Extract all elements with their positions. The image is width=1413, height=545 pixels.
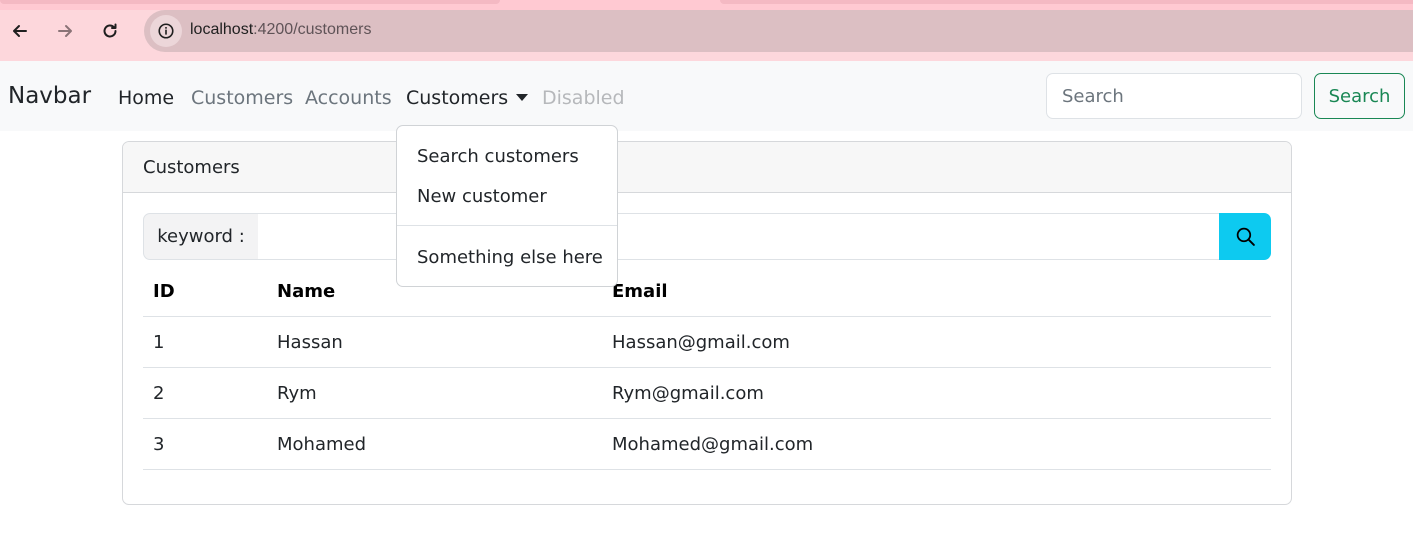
customers-card: Customers keyword : ID Name Email 1 Hass…: [122, 141, 1292, 505]
url-text[interactable]: localhost:4200/customers: [190, 21, 371, 39]
cell-name: Mohamed: [267, 418, 602, 470]
column-header-email: Email: [602, 266, 1271, 317]
caret-down-icon: [516, 94, 529, 101]
customers-table: ID Name Email 1 Hassan Hassan@gmail.com …: [143, 266, 1271, 470]
cell-name: Hassan: [267, 316, 602, 368]
forward-arrow-icon: [58, 25, 72, 37]
nav-dropdown-customers[interactable]: Customers: [406, 87, 529, 109]
back-button[interactable]: [3, 14, 37, 48]
tab-edge: [0, 0, 500, 4]
cell-email: Rym@gmail.com: [602, 367, 1271, 419]
address-bar[interactable]: localhost:4200/customers: [144, 10, 1413, 52]
nav-link-disabled: Disabled: [542, 87, 625, 109]
keyword-search-group: keyword :: [143, 213, 1271, 260]
search-placeholder: Search: [1062, 85, 1124, 107]
cell-email: Mohamed@gmail.com: [602, 418, 1271, 470]
navbar-search-input[interactable]: Search: [1046, 73, 1302, 119]
cell-id: 2: [143, 367, 267, 419]
dropdown-divider: [397, 225, 617, 226]
navbar: Navbar Home Customers Accounts Customers…: [0, 61, 1413, 131]
column-header-id: ID: [143, 266, 267, 317]
site-info-icon[interactable]: [150, 15, 182, 47]
back-arrow-icon: [13, 25, 27, 37]
table-row: 1 Hassan Hassan@gmail.com: [143, 316, 1271, 368]
reload-icon: [103, 23, 117, 38]
url-host: localhost: [190, 21, 254, 38]
table-header-row: ID Name Email: [143, 266, 1271, 317]
browser-toolbar: localhost:4200/customers: [0, 0, 1413, 61]
nav-link-accounts[interactable]: Accounts: [305, 87, 392, 109]
dropdown-item-search-customers[interactable]: Search customers: [417, 146, 579, 167]
cell-id: 1: [143, 316, 267, 368]
keyword-search-button[interactable]: [1219, 213, 1271, 260]
nav-dropdown-label: Customers: [406, 87, 509, 109]
nav-link-home[interactable]: Home: [118, 87, 174, 109]
reload-button[interactable]: [93, 14, 127, 48]
dropdown-item-new-customer[interactable]: New customer: [417, 186, 547, 207]
nav-link-customers[interactable]: Customers: [191, 87, 293, 109]
dropdown-item-something-else[interactable]: Something else here: [417, 247, 603, 268]
magnifier-icon: [1236, 227, 1255, 246]
url-path: :4200/customers: [253, 21, 372, 38]
tab-edge: [720, 0, 1413, 4]
cell-email: Hassan@gmail.com: [602, 316, 1271, 368]
table-row: 3 Mohamed Mohamed@gmail.com: [143, 418, 1271, 470]
cell-name: Rym: [267, 367, 602, 419]
card-title: Customers: [143, 156, 240, 178]
table-row: 2 Rym Rym@gmail.com: [143, 367, 1271, 419]
tab-strip: [0, 0, 1413, 10]
cell-id: 3: [143, 418, 267, 470]
card-header: Customers: [123, 142, 1291, 193]
navbar-search-button[interactable]: Search: [1314, 73, 1405, 119]
forward-button[interactable]: [48, 14, 82, 48]
keyword-label: keyword :: [143, 213, 259, 260]
navbar-brand[interactable]: Navbar: [8, 83, 91, 109]
customers-dropdown-menu: Search customers New customer Something …: [396, 125, 618, 287]
